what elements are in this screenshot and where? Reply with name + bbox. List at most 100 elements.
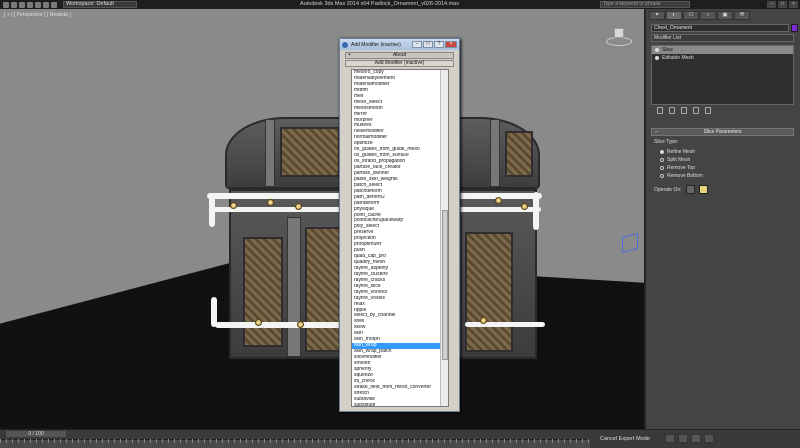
radio-remove-bottom[interactable]: Remove Bottom: [654, 172, 794, 180]
radio-split-mesh[interactable]: Split Mesh: [654, 156, 794, 164]
dialog-close-button[interactable]: ×: [445, 41, 457, 48]
workspace-dropdown[interactable]: Workspace: Default: [63, 1, 137, 8]
operate-on-label: Operate On:: [654, 186, 682, 193]
orbit-icon[interactable]: [691, 434, 701, 443]
radio-label: Remove Bottom: [667, 173, 703, 179]
undo-icon[interactable]: [35, 1, 41, 8]
slice-type-label: Slice Type:: [654, 139, 679, 145]
window-controls: – □ ×: [767, 1, 798, 8]
title-bar: Workspace: Default Autodesk 3ds Max 2014…: [0, 0, 800, 9]
operate-on-polygons-button[interactable]: [698, 185, 708, 194]
maximize-viewport-icon[interactable]: [704, 434, 714, 443]
add-modifier-dialog: Add Modifier (inactive) – □ ? × + About …: [339, 38, 460, 412]
make-unique-icon[interactable]: [681, 107, 687, 114]
zoom-icon[interactable]: [665, 434, 675, 443]
tab-hierarchy[interactable]: ⎔: [683, 11, 699, 20]
pan-icon[interactable]: [678, 434, 688, 443]
expert-mode-status[interactable]: Cancel Expert Mode: [600, 436, 650, 442]
maximize-button[interactable]: □: [778, 1, 787, 8]
redo-icon[interactable]: [43, 1, 49, 8]
carved-panel: [465, 232, 513, 352]
command-panel: ✦ ◐ ⎔ ○ ▣ ⚒ Chest_Ornament Modifier List…: [646, 9, 800, 429]
pin-stack-icon[interactable]: [657, 107, 663, 114]
radio-indicator[interactable]: [660, 166, 664, 170]
command-panel-tabs: ✦ ◐ ⎔ ○ ▣ ⚒: [646, 9, 800, 22]
remove-modifier-icon[interactable]: [693, 107, 699, 114]
ornament-band: [465, 322, 545, 327]
tab-modify[interactable]: ◐: [666, 11, 682, 20]
time-slider[interactable]: 0 / 100: [6, 431, 66, 437]
steering-wheel-icon[interactable]: [622, 233, 638, 253]
slice-parameters-rollout[interactable]: – Slice Parameters: [651, 128, 794, 136]
radio-label: Refine Mesh: [667, 149, 696, 155]
modifier-list-dropdown[interactable]: Modifier List: [651, 34, 794, 42]
ornament-gem: [255, 319, 262, 326]
save-icon[interactable]: [27, 1, 33, 8]
rollout-collapse-icon: –: [655, 129, 658, 135]
dialog-title-bar[interactable]: Add Modifier (inactive) – □ ? ×: [340, 39, 459, 50]
lightbulb-icon[interactable]: [655, 56, 659, 60]
object-color-swatch[interactable]: [791, 24, 798, 32]
carved-panel: [305, 227, 341, 352]
ornament-gem: [297, 321, 304, 328]
timeline-ticks: [0, 439, 590, 443]
bottom-bar: 0 / 100 Cancel Expert Mode: [0, 429, 800, 448]
stack-item-editable-mesh[interactable]: Editable Mesh: [652, 54, 793, 62]
ornament-band: [209, 197, 215, 227]
tab-motion[interactable]: ○: [700, 11, 716, 20]
navigation-controls: [665, 434, 714, 443]
list-scrollbar[interactable]: [440, 70, 448, 406]
about-rollout[interactable]: + About: [345, 52, 454, 59]
3dsmax-icon: [342, 41, 348, 48]
ornament-gem: [480, 317, 487, 324]
rollout-title: Slice Parameters: [703, 129, 742, 135]
configure-sets-icon[interactable]: [705, 107, 711, 114]
ornament-gem: [495, 197, 502, 204]
close-button[interactable]: ×: [789, 1, 798, 8]
add-modifier-button[interactable]: Add Modifier (inactive): [345, 60, 454, 67]
list-item[interactable]: substitute: [352, 403, 448, 407]
metal-band: [490, 119, 500, 187]
radio-indicator[interactable]: [660, 150, 664, 154]
metal-band: [265, 119, 275, 187]
tab-create[interactable]: ✦: [649, 11, 665, 20]
carved-panel: [280, 127, 340, 177]
viewport-label[interactable]: [ + ] [ Perspective ] [ Realistic ]: [4, 12, 71, 18]
radio-indicator[interactable]: [660, 174, 664, 178]
ornament-gem: [267, 199, 274, 206]
stack-item-slice[interactable]: Slice: [652, 46, 793, 54]
show-end-result-icon[interactable]: [669, 107, 675, 114]
perspective-viewport[interactable]: [ + ] [ Perspective ] [ Realistic ]: [0, 9, 645, 429]
slice-parameters: Slice Type: Refine Mesh Split Mesh Remov…: [654, 139, 794, 194]
scrollbar-thumb[interactable]: [442, 210, 448, 360]
ornament-band: [211, 297, 217, 327]
lightbulb-icon[interactable]: [655, 48, 659, 52]
radio-refine-mesh[interactable]: Refine Mesh: [654, 148, 794, 156]
dialog-help-button[interactable]: ?: [434, 41, 444, 48]
radio-label: Split Mesh: [667, 157, 691, 163]
viewcube-icon[interactable]: [604, 23, 634, 49]
ornament-band: [533, 192, 539, 230]
tab-display[interactable]: ▣: [717, 11, 733, 20]
ornament-gem: [230, 202, 237, 209]
dialog-minimize-button[interactable]: –: [412, 41, 422, 48]
search-input[interactable]: Type a keyword or phrase: [600, 1, 690, 8]
project-folder-icon[interactable]: [51, 1, 57, 8]
app-title: Autodesk 3ds Max 2014 x64 Padlock_Orname…: [300, 1, 459, 7]
rollout-expand-icon: +: [348, 52, 351, 58]
minimize-button[interactable]: –: [767, 1, 776, 8]
metal-band: [287, 217, 301, 357]
tab-utilities[interactable]: ⚒: [734, 11, 750, 20]
carved-panel: [505, 131, 533, 177]
radio-remove-top[interactable]: Remove Top: [654, 164, 794, 172]
operate-on-faces-button[interactable]: [685, 185, 695, 194]
ornament-band: [215, 322, 345, 328]
radio-indicator[interactable]: [660, 158, 664, 162]
open-icon[interactable]: [19, 1, 25, 8]
object-name-field[interactable]: Chest_Ornament: [651, 24, 789, 32]
app-menu-icon[interactable]: [3, 1, 9, 8]
modifier-stack[interactable]: Slice Editable Mesh: [651, 45, 794, 105]
dialog-maximize-button[interactable]: □: [423, 41, 433, 48]
new-icon[interactable]: [11, 1, 17, 8]
modifier-listbox[interactable]: mesh/o_copy materialbyelement materialmodi…: [351, 69, 449, 407]
